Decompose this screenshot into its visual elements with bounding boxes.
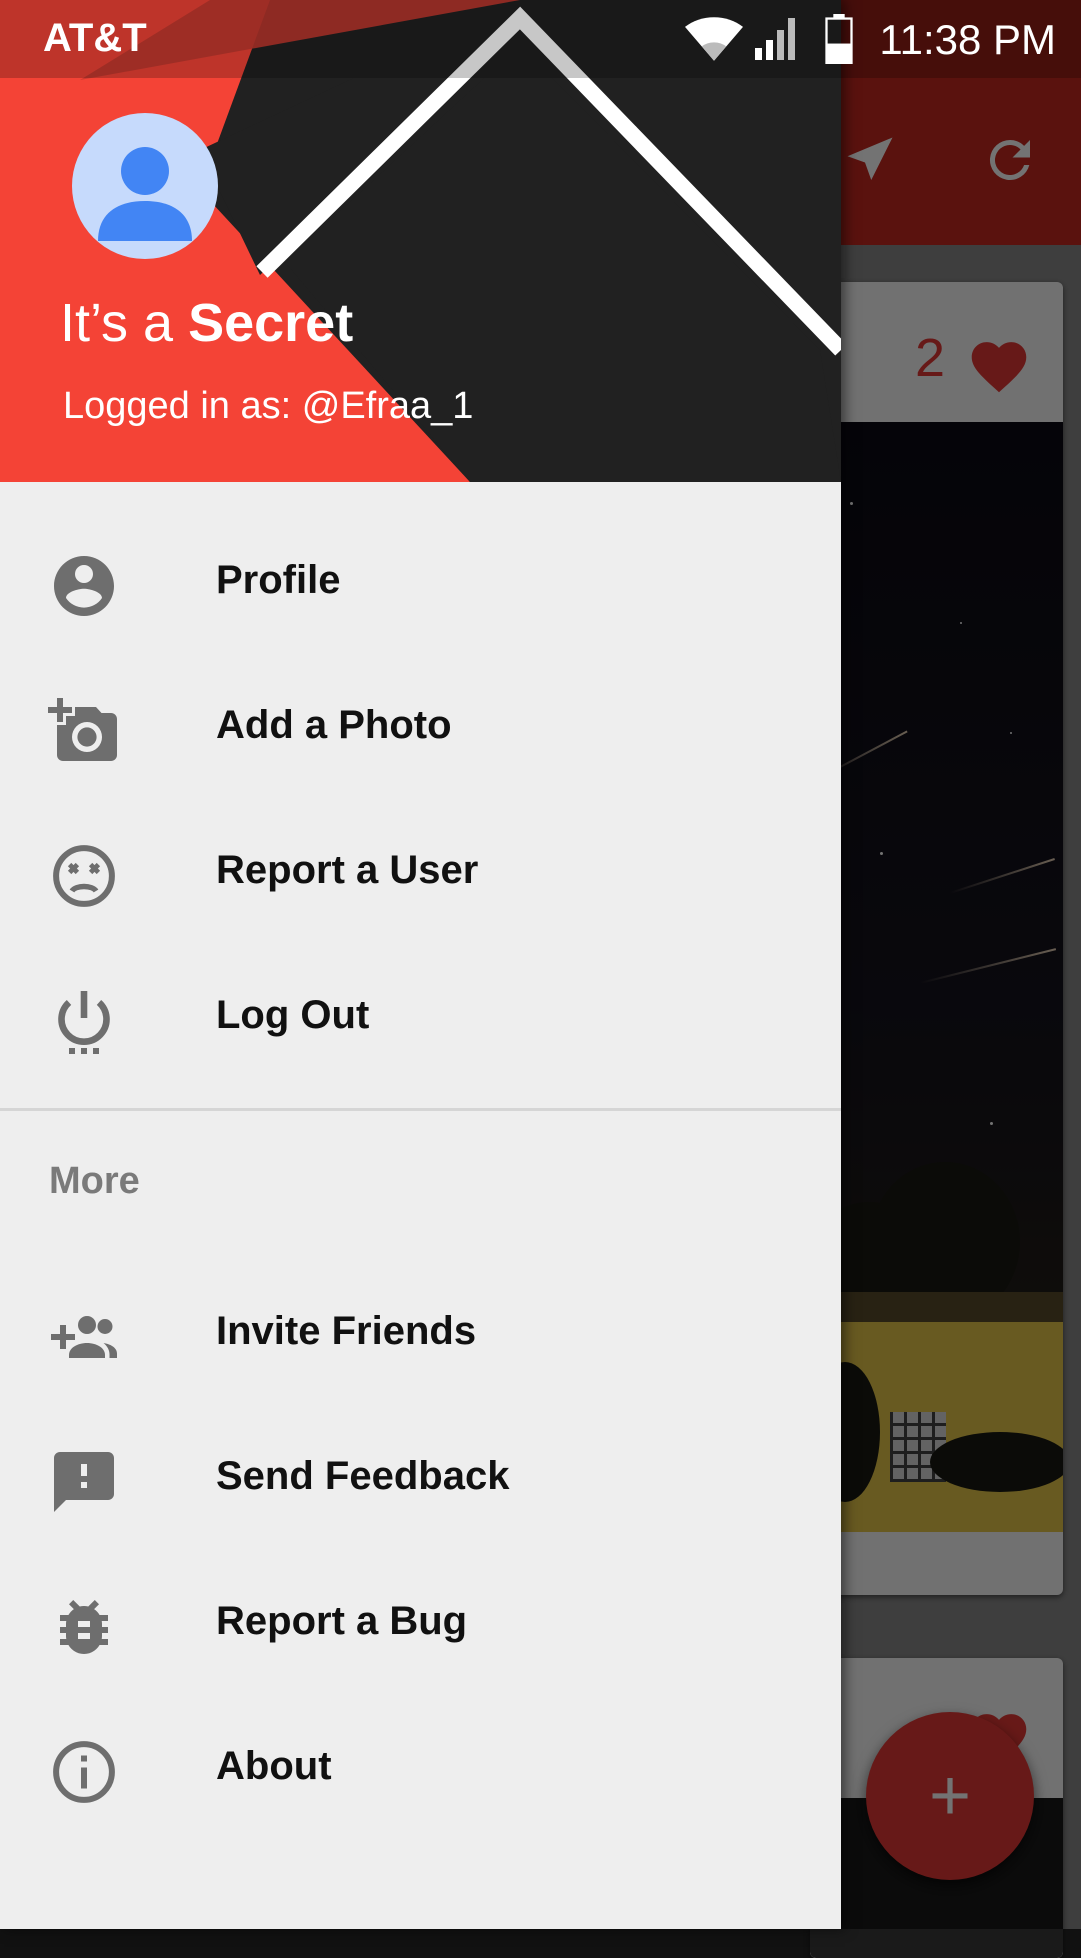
menu-item-profile[interactable]: Profile xyxy=(0,508,841,652)
bug-icon xyxy=(60,1600,108,1654)
app-title-bold: Secret xyxy=(188,293,354,353)
cell-signal-icon xyxy=(755,18,795,60)
menu-item-label: Profile xyxy=(216,558,341,602)
power-icon xyxy=(58,991,110,1054)
menu-item-label: Add a Photo xyxy=(216,703,452,747)
wifi-icon xyxy=(685,17,743,61)
menu-item-about[interactable]: About xyxy=(0,1694,841,1838)
add-group-icon xyxy=(51,1316,117,1358)
dizzy-face-icon xyxy=(53,845,115,907)
battery-icon xyxy=(825,14,853,64)
menu-item-add-photo[interactable]: Add a Photo xyxy=(0,653,841,797)
menu-item-label: Report a User xyxy=(216,848,479,892)
carrier-label: AT&T xyxy=(43,16,147,60)
menu-divider xyxy=(0,1108,841,1111)
account-avatar-icon[interactable] xyxy=(72,113,218,259)
menu-item-report-user[interactable]: Report a User xyxy=(0,798,841,942)
menu-item-label: Invite Friends xyxy=(216,1309,477,1353)
account-circle-icon xyxy=(54,556,114,616)
app-title: It’s a Secret xyxy=(60,292,353,354)
more-section-title: More xyxy=(49,1160,140,1202)
status-bar: AT&T 11:38 PM xyxy=(0,0,1081,78)
app-title-light: It’s a xyxy=(60,293,189,353)
info-icon xyxy=(53,1741,115,1803)
clock: 11:38 PM xyxy=(879,16,1056,63)
logged-in-label: Logged in as: @Efraa_1 xyxy=(63,385,474,427)
menu-item-label: About xyxy=(216,1744,332,1788)
feedback-icon xyxy=(54,1452,114,1512)
menu-item-label: Log Out xyxy=(216,993,370,1037)
menu-item-log-out[interactable]: Log Out xyxy=(0,943,841,1087)
menu-item-label: Report a Bug xyxy=(216,1599,468,1643)
add-photo-icon xyxy=(48,698,117,761)
navigation-drawer: It’s a Secret Logged in as: @Efraa_1 Pro… xyxy=(0,0,841,1929)
menu-item-report-bug[interactable]: Report a Bug xyxy=(0,1549,841,1693)
menu-item-invite-friends[interactable]: Invite Friends xyxy=(0,1259,841,1403)
menu-item-send-feedback[interactable]: Send Feedback xyxy=(0,1404,841,1548)
menu-item-label: Send Feedback xyxy=(216,1454,510,1498)
